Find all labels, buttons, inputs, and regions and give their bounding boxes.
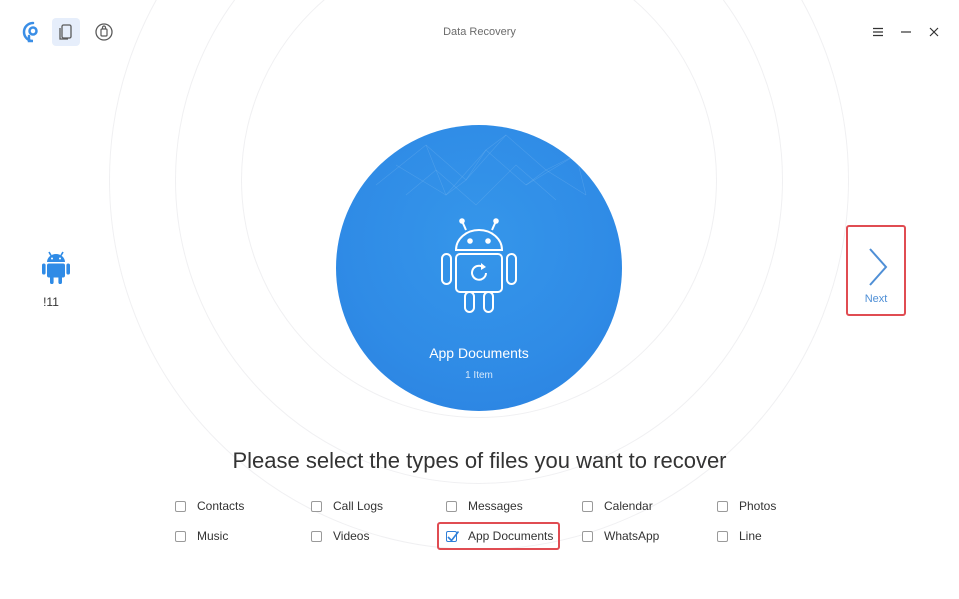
checkbox[interactable] <box>446 500 457 512</box>
option-label: Call Logs <box>333 499 384 513</box>
next-label: Next <box>864 293 888 305</box>
option-label: Photos <box>739 499 777 513</box>
option-app-documents[interactable]: App Documents <box>446 526 553 546</box>
checkbox[interactable] <box>311 530 322 542</box>
hero-item-count: 1 Item <box>465 370 493 381</box>
device-item[interactable]: !11 <box>30 248 82 309</box>
chevron-right-icon <box>869 248 888 286</box>
close-icon[interactable] <box>924 22 944 42</box>
checkbox[interactable] <box>717 530 728 542</box>
option-label: Music <box>197 529 229 543</box>
option-call-logs[interactable]: Call Logs <box>311 496 383 516</box>
checkbox[interactable] <box>175 500 186 512</box>
option-contacts[interactable]: Contacts <box>175 496 244 516</box>
android-icon <box>42 251 70 284</box>
checkbox-checked[interactable] <box>446 530 460 542</box>
window-title: Data Recovery <box>443 26 516 38</box>
category-hero-circle: App Documents 1 Item <box>336 125 622 411</box>
option-whatsapp[interactable]: WhatsApp <box>582 526 659 546</box>
option-label: Line <box>739 529 762 543</box>
option-messages[interactable]: Messages <box>446 496 523 516</box>
option-videos[interactable]: Videos <box>311 526 369 546</box>
checkbox[interactable] <box>717 500 728 512</box>
android-restore-icon <box>441 218 517 313</box>
checkbox[interactable] <box>582 530 593 542</box>
instruction-text: Please select the types of files you wan… <box>232 448 727 473</box>
title-bar: Data Recovery <box>0 0 959 62</box>
option-line[interactable]: Line <box>717 526 762 546</box>
option-calendar[interactable]: Calendar <box>582 496 653 516</box>
checkbox[interactable] <box>582 500 593 512</box>
minimize-icon[interactable] <box>896 22 916 42</box>
option-label: WhatsApp <box>604 529 660 543</box>
option-label: Calendar <box>604 499 653 513</box>
menu-icon[interactable] <box>868 22 888 42</box>
option-label: Messages <box>468 499 523 513</box>
option-label: Contacts <box>197 499 245 513</box>
checkbox[interactable] <box>175 530 186 542</box>
option-label: Videos <box>333 529 370 543</box>
option-label: App Documents <box>468 529 554 543</box>
device-name: !11 <box>43 295 59 309</box>
checkbox[interactable] <box>311 500 322 512</box>
hero-category-name: App Documents <box>429 345 529 361</box>
checkmark-icon <box>447 530 460 542</box>
next-button[interactable]: Next <box>846 225 906 316</box>
option-music[interactable]: Music <box>175 526 228 546</box>
option-photos[interactable]: Photos <box>717 496 776 516</box>
